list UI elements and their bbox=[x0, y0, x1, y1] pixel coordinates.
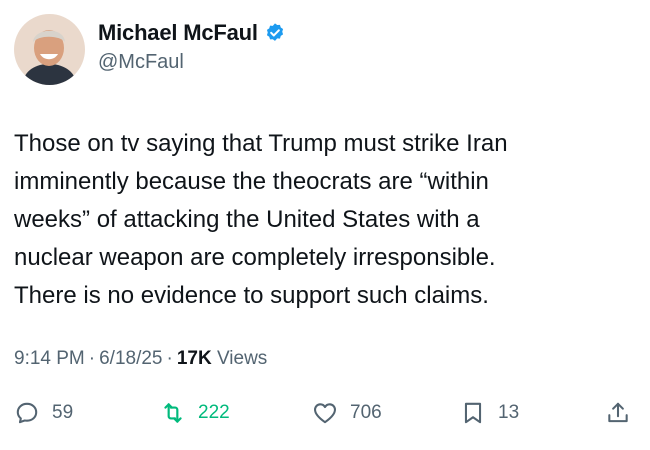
meta-separator: · bbox=[88, 348, 96, 369]
verified-badge-icon bbox=[266, 23, 283, 41]
reply-icon bbox=[16, 402, 38, 424]
tweet-text: Those on tv saying that Trump must strik… bbox=[14, 130, 508, 309]
author-name-row: Michael McFaul bbox=[98, 20, 286, 46]
tweet-time[interactable]: 9:14 PM bbox=[14, 348, 85, 370]
reply-count: 59 bbox=[52, 402, 74, 423]
bookmark-icon bbox=[464, 402, 482, 424]
tweet-actions: 59 222 706 13 bbox=[0, 395, 650, 435]
like-count: 706 bbox=[350, 402, 382, 423]
avatar-image bbox=[14, 14, 85, 85]
reply-button[interactable]: 59 bbox=[14, 395, 73, 431]
views-count[interactable]: 17K bbox=[177, 348, 212, 370]
retweet-button[interactable]: 222 bbox=[160, 395, 230, 431]
avatar[interactable] bbox=[14, 14, 85, 85]
share-icon bbox=[608, 402, 628, 423]
tweet-meta: 9:14 PM · 6/18/25 · 17K Views bbox=[14, 348, 267, 370]
retweet-count: 222 bbox=[198, 402, 230, 423]
like-button[interactable]: 706 bbox=[312, 395, 382, 431]
views-label[interactable]: Views bbox=[217, 348, 267, 370]
author-block[interactable]: Michael McFaul @McFaul bbox=[98, 20, 286, 74]
bookmark-button[interactable]: 13 bbox=[460, 395, 519, 431]
bookmark-count: 13 bbox=[498, 402, 520, 423]
tweet-date[interactable]: 6/18/25 bbox=[99, 348, 162, 370]
heart-icon bbox=[314, 403, 336, 424]
author-handle[interactable]: @McFaul bbox=[98, 51, 286, 74]
meta-separator: · bbox=[166, 348, 173, 369]
share-button[interactable] bbox=[605, 395, 631, 431]
author-name[interactable]: Michael McFaul bbox=[98, 20, 258, 46]
retweet-icon bbox=[164, 403, 182, 423]
